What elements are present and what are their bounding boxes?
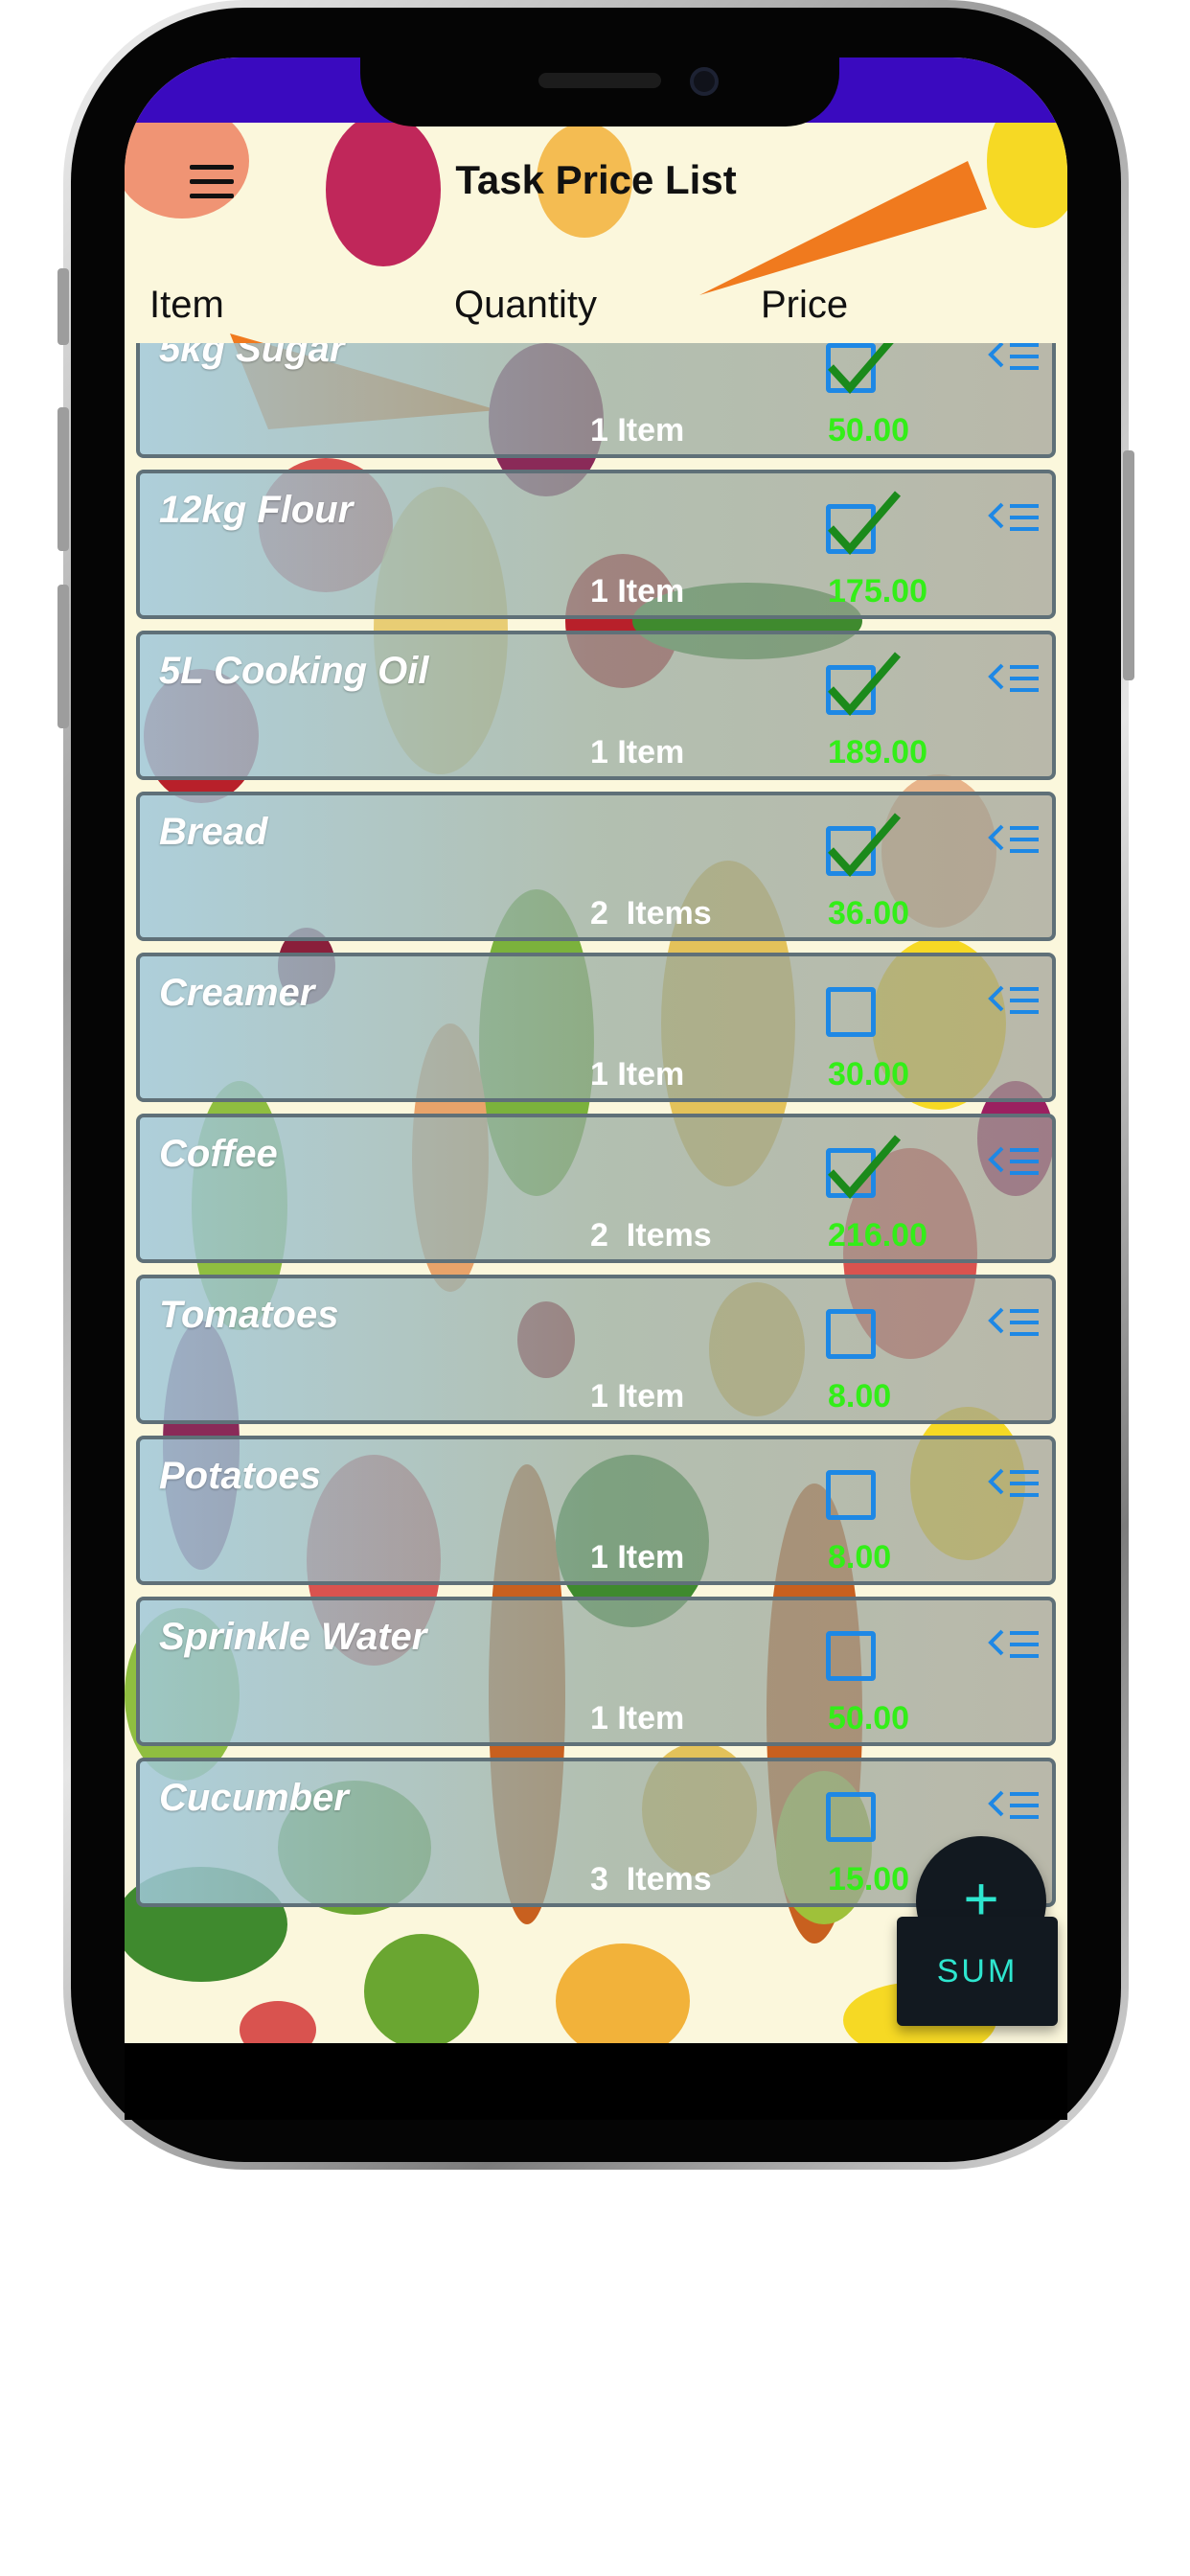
checkmark-icon [828,652,902,717]
item-checkbox[interactable] [826,1631,876,1681]
column-header-price: Price [761,284,849,326]
item-quantity: 1 Item [590,1539,685,1576]
list-item[interactable]: Bread 2 Items 36.00 [136,792,1056,941]
list-detail-icon[interactable] [987,498,1041,540]
item-checkbox[interactable] [826,987,876,1037]
item-checkbox[interactable] [826,1792,876,1842]
item-quantity: 1 Item [590,734,685,770]
item-checkbox[interactable] [826,1135,902,1200]
item-name: 5L Cooking Oil [159,650,429,692]
checkmark-icon [828,813,902,878]
volume-down-button [57,585,69,728]
list-detail-icon[interactable] [987,1142,1041,1184]
item-price: 15.00 [828,1861,910,1898]
phone-screen: Task Price List Item Quantity Price 5kg … [125,58,1067,2043]
item-quantity: 1 Item [590,1056,685,1092]
list-item[interactable]: Tomatoes 1 Item 8.00 [136,1275,1056,1424]
item-quantity: 1 Item [590,1700,685,1736]
front-camera-icon [690,67,719,96]
item-quantity: 1 Item [590,412,685,448]
item-name: Bread [159,811,268,853]
screen-bottom-bezel [125,2043,1067,2120]
item-price: 216.00 [828,1217,927,1254]
list-item[interactable]: 12kg Flour 1 Item 175.00 [136,470,1056,619]
power-button [1123,450,1134,680]
checkmark-icon [828,1135,902,1200]
item-name: 12kg Flour [159,489,354,531]
item-checkbox[interactable] [826,1309,876,1359]
list-detail-icon[interactable] [987,981,1041,1024]
item-quantity: 3 Items [590,1861,712,1898]
item-checkbox[interactable] [826,491,902,556]
item-quantity: 2 Items [590,895,712,932]
item-name: Potatoes [159,1455,321,1497]
list-item[interactable]: 5kg Sugar 1 Item 50.00 [136,343,1056,458]
item-price: 8.00 [828,1378,892,1414]
item-name: Creamer [159,972,315,1014]
item-price: 50.00 [828,1700,910,1736]
list-detail-icon[interactable] [987,659,1041,702]
mute-switch [57,268,69,345]
notch [360,54,839,126]
list-item[interactable]: 5L Cooking Oil 1 Item 189.00 [136,631,1056,780]
list-item[interactable]: Coffee 2 Items 216.00 [136,1114,1056,1263]
column-header-item: Item [149,284,224,326]
volume-up-button [57,407,69,551]
column-headers: Item Quantity Price [125,270,1067,356]
list-item[interactable]: Potatoes 1 Item 8.00 [136,1436,1056,1585]
item-quantity: 1 Item [590,573,685,610]
item-name: Tomatoes [159,1294,339,1336]
task-list: 5kg Sugar 1 Item 50.00 12kg Flour 1 Item… [136,343,1056,1966]
list-detail-icon[interactable] [987,1464,1041,1506]
list-detail-icon[interactable] [987,1303,1041,1346]
page-title: Task Price List [455,157,737,202]
item-price: 36.00 [828,895,910,932]
item-price: 175.00 [828,573,927,610]
item-checkbox[interactable] [826,652,902,717]
item-checkbox[interactable] [826,813,902,878]
item-name: Sprinkle Water [159,1616,427,1658]
list-detail-icon[interactable] [987,820,1041,862]
item-price: 50.00 [828,412,910,448]
item-name: Coffee [159,1133,278,1175]
item-price: 189.00 [828,734,927,770]
list-item[interactable]: Creamer 1 Item 30.00 [136,953,1056,1102]
list-item[interactable]: Sprinkle Water 1 Item 50.00 [136,1597,1056,1746]
sum-button[interactable]: SUM [897,1917,1058,2026]
list-detail-icon[interactable] [987,1625,1041,1668]
item-name: Cucumber [159,1777,349,1819]
column-header-quantity: Quantity [454,284,597,326]
app-bar: Task Price List [125,123,1067,245]
item-price: 30.00 [828,1056,910,1092]
item-quantity: 2 Items [590,1217,712,1254]
item-price: 8.00 [828,1539,892,1576]
speaker-grille [538,73,661,88]
list-detail-icon[interactable] [987,1786,1041,1828]
item-checkbox[interactable] [826,1470,876,1520]
checkmark-icon [828,491,902,556]
item-quantity: 1 Item [590,1378,685,1414]
